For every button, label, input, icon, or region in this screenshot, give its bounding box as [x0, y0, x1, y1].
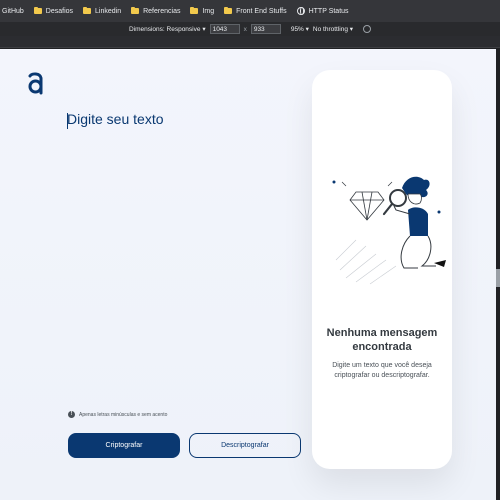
bookmark-referencias[interactable]: Referencias — [131, 6, 181, 15]
person-magnifying-glass-illustration — [332, 176, 446, 285]
width-input[interactable] — [209, 24, 240, 34]
bookmark-folder-icon — [131, 6, 140, 14]
chevron-down-icon: ▾ — [202, 26, 206, 33]
bookmark-linkedin[interactable]: Linkedin — [83, 6, 122, 15]
bookmark-label: Img — [202, 7, 215, 15]
device-toolbar: Dimensions: Responsive ▾ x 95% ▾ No thro… — [0, 22, 500, 36]
bookmark-desafios[interactable]: Desafios — [33, 6, 74, 15]
throttling-label: No throttling — [312, 26, 348, 33]
app-viewport: ! Apenas letras minúsculas e sem acento … — [0, 49, 496, 500]
scrollbar-thumb[interactable] — [496, 269, 500, 287]
bookmark-folder-icon — [83, 6, 92, 14]
empty-state-description: Digite um texto que você deseja criptogr… — [332, 362, 432, 379]
globe-icon — [296, 7, 305, 15]
zoom-select[interactable]: 95% ▾ — [291, 25, 309, 33]
bookmark-img[interactable]: Img — [190, 6, 215, 15]
dimensions-label: Dimensions: Responsive — [128, 26, 201, 33]
input-hint: ! Apenas letras minúsculas e sem acento — [68, 411, 167, 418]
dimension-separator: x — [243, 25, 247, 33]
hint-text: Apenas letras minúsculas e sem acento — [79, 411, 168, 418]
chevron-down-icon: ▾ — [349, 26, 354, 33]
bookmark-label: Linkedin — [95, 7, 122, 15]
bookmark-label: Front End Stuffs — [236, 7, 287, 15]
bookmark-label: GitHub — [2, 7, 24, 15]
chevron-down-icon: ▾ — [305, 26, 309, 33]
bookmark-label: Desafios — [45, 7, 74, 15]
decrypt-button[interactable]: Descriptografar — [189, 433, 301, 458]
media-query-ruler — [0, 36, 500, 48]
bookmarks-bar: GitHub Desafios Linkedin Referencias Img… — [0, 0, 500, 22]
height-input[interactable] — [250, 24, 281, 34]
scrollbar[interactable] — [496, 49, 500, 500]
empty-state-title: Nenhuma mensagem encontrada — [326, 327, 438, 353]
rotate-icon[interactable] — [363, 25, 372, 33]
bookmark-front-end-stuffs[interactable]: Front End Stuffs — [224, 6, 287, 15]
text-caret — [67, 113, 68, 129]
bookmark-folder-icon — [190, 6, 199, 14]
bookmark-label: Referencias — [143, 7, 181, 15]
bookmark-label: HTTP Status — [308, 7, 349, 15]
bookmark-folder-icon — [224, 6, 233, 14]
alura-logo-icon[interactable] — [27, 71, 45, 95]
bookmark-http-status[interactable]: HTTP Status — [296, 7, 349, 15]
bookmark-github[interactable]: GitHub — [2, 8, 24, 15]
throttling-select[interactable]: No throttling ▾ — [313, 25, 353, 33]
encrypt-button[interactable]: Criptografar — [68, 433, 180, 458]
info-icon: ! — [68, 411, 75, 418]
bookmark-folder-icon — [33, 6, 42, 14]
zoom-label: 95% — [290, 26, 304, 33]
dimensions-select[interactable]: Dimensions: Responsive ▾ — [129, 25, 206, 33]
result-panel: Nenhuma mensagem encontrada Digite um te… — [312, 70, 452, 469]
message-input[interactable] — [67, 111, 287, 431]
